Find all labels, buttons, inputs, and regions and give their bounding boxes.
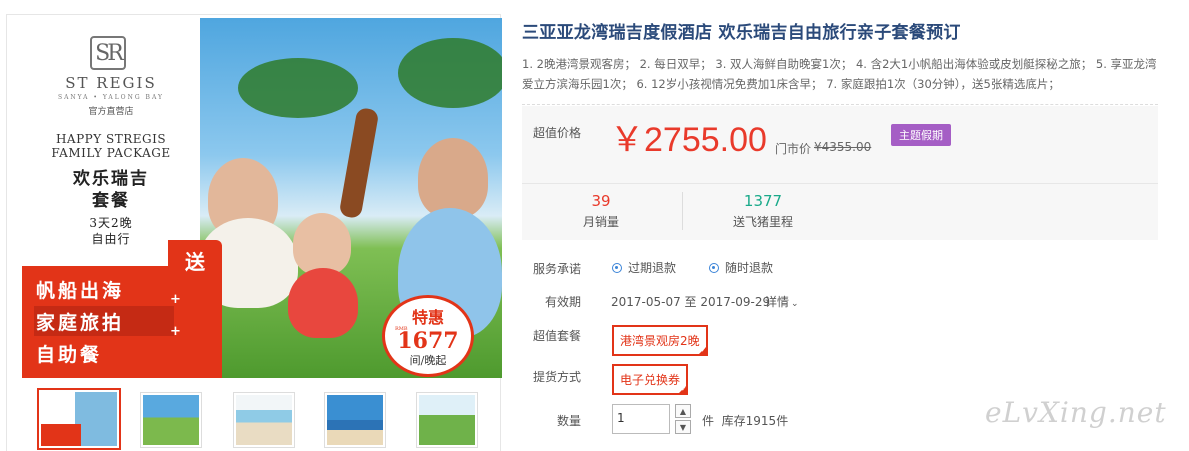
check-icon	[696, 345, 708, 356]
palm-foliage	[238, 58, 358, 118]
thumbnail-3[interactable]	[233, 392, 295, 448]
quantity-input[interactable]: 1	[612, 404, 670, 434]
shield-icon	[709, 262, 719, 273]
delivery-option-label: 电子兑换券	[620, 373, 681, 387]
hero-image: SR ST REGIS SANYA • YALONG BAY 官方直营店 HAP…	[22, 18, 502, 378]
flyer-miles: 1377 送飞猪里程	[720, 192, 806, 230]
service-label: 服务承诺	[533, 262, 582, 276]
package-option[interactable]: 港湾景观房2晚	[612, 325, 708, 356]
special-price-badge: 特惠 RMB 1677 间/晚起	[382, 295, 474, 377]
increment-button[interactable]: ▲	[675, 404, 691, 418]
decrement-button[interactable]: ▼	[675, 420, 691, 434]
child-figure	[293, 213, 351, 275]
thumbnail-4[interactable]	[324, 392, 386, 448]
plus-icon: +	[170, 292, 181, 307]
thumbnail-image	[236, 395, 292, 445]
market-price: ¥4355.00	[814, 140, 872, 154]
validity-range: 2017-05-07 至 2017-09-29	[611, 295, 771, 309]
child-dress	[288, 268, 358, 338]
send-tab: 送	[168, 240, 222, 280]
thumbnail-image	[327, 395, 383, 445]
plus-icon: +	[170, 324, 181, 339]
brand-location: SANYA • YALONG BAY	[57, 94, 165, 101]
thumbnail-image	[41, 392, 117, 446]
badge-title: 特惠	[411, 308, 444, 327]
theme-holiday-tag[interactable]: 主题假期	[891, 124, 951, 146]
thumbnail-5[interactable]	[416, 392, 478, 448]
perk-buffet: 自助餐	[36, 344, 103, 366]
brand-store: 官方直营店	[88, 107, 134, 117]
delivery-option[interactable]: 电子兑换券	[612, 364, 689, 395]
chevron-down-icon: ⌄	[791, 299, 799, 309]
price-label: 超值价格	[533, 126, 582, 140]
perk-sailing: 帆船出海	[36, 280, 125, 302]
product-description: 1. 2晚港湾景观客房； 2. 每日双早； 3. 双人海鲜自助晚宴1次； 4. …	[522, 57, 1157, 91]
chevron-down-icon: ▼	[679, 422, 687, 432]
divider	[682, 192, 683, 230]
thumbnail-2[interactable]	[140, 392, 202, 448]
divider	[522, 183, 1158, 184]
badge-unit: 间/晚起	[409, 354, 447, 367]
stock-count: 库存1915件	[721, 414, 789, 428]
thumbnail-image	[419, 395, 475, 445]
market-price-label: 门市价	[775, 142, 812, 156]
watermark: eLvXing.net	[985, 396, 1167, 429]
service-item-label: 随时退款	[725, 261, 774, 275]
perk-photo: 家庭旅拍	[36, 312, 125, 334]
service-expired-refund: 过期退款	[612, 259, 676, 276]
miles-label: 送飞猪里程	[732, 215, 793, 229]
service-anytime-refund: 随时退款	[709, 259, 773, 276]
validity-label: 有效期	[545, 295, 582, 309]
sales-count: 39	[591, 192, 611, 210]
detail-label: 详情	[765, 295, 790, 309]
package-days: 3天2晚	[89, 216, 133, 230]
badge-currency: RMB	[395, 326, 408, 332]
thumbnail-1[interactable]	[37, 388, 121, 450]
miles-count: 1377	[743, 192, 783, 210]
shield-icon	[612, 262, 622, 273]
quantity-unit: 件	[702, 414, 715, 428]
monthly-sales: 39 月销量	[570, 192, 632, 230]
package-cn-line2: 套餐	[92, 191, 130, 211]
validity-detail-link[interactable]: 详情 ⌄	[765, 293, 799, 310]
divider	[522, 104, 1158, 105]
stock-info: 件 库存1915件	[702, 412, 788, 429]
father-figure	[418, 138, 488, 218]
badge-price: 1677	[397, 328, 459, 354]
palm-foliage	[398, 38, 502, 108]
package-en-line1: HAPPY STREGIS	[55, 132, 167, 146]
chevron-up-icon: ▲	[679, 406, 687, 416]
package-label: 超值套餐	[533, 329, 582, 343]
service-item-label: 过期退款	[628, 261, 677, 275]
st-regis-logo: SR	[90, 36, 126, 70]
thumbnail-image	[143, 395, 199, 445]
quantity-label: 数量	[557, 414, 582, 428]
brand-name: ST REGIS	[65, 74, 157, 92]
package-option-label: 港湾景观房2晚	[620, 334, 700, 348]
product-title: 三亚亚龙湾瑞吉度假酒店 欢乐瑞吉自由旅行亲子套餐预订	[522, 23, 961, 43]
package-en-line2: FAMILY PACKAGE	[51, 146, 171, 160]
ukulele	[338, 106, 380, 220]
current-price: ￥2755.00	[610, 121, 767, 159]
check-icon	[677, 384, 689, 395]
sales-label: 月销量	[582, 215, 619, 229]
delivery-label: 提货方式	[533, 370, 582, 384]
